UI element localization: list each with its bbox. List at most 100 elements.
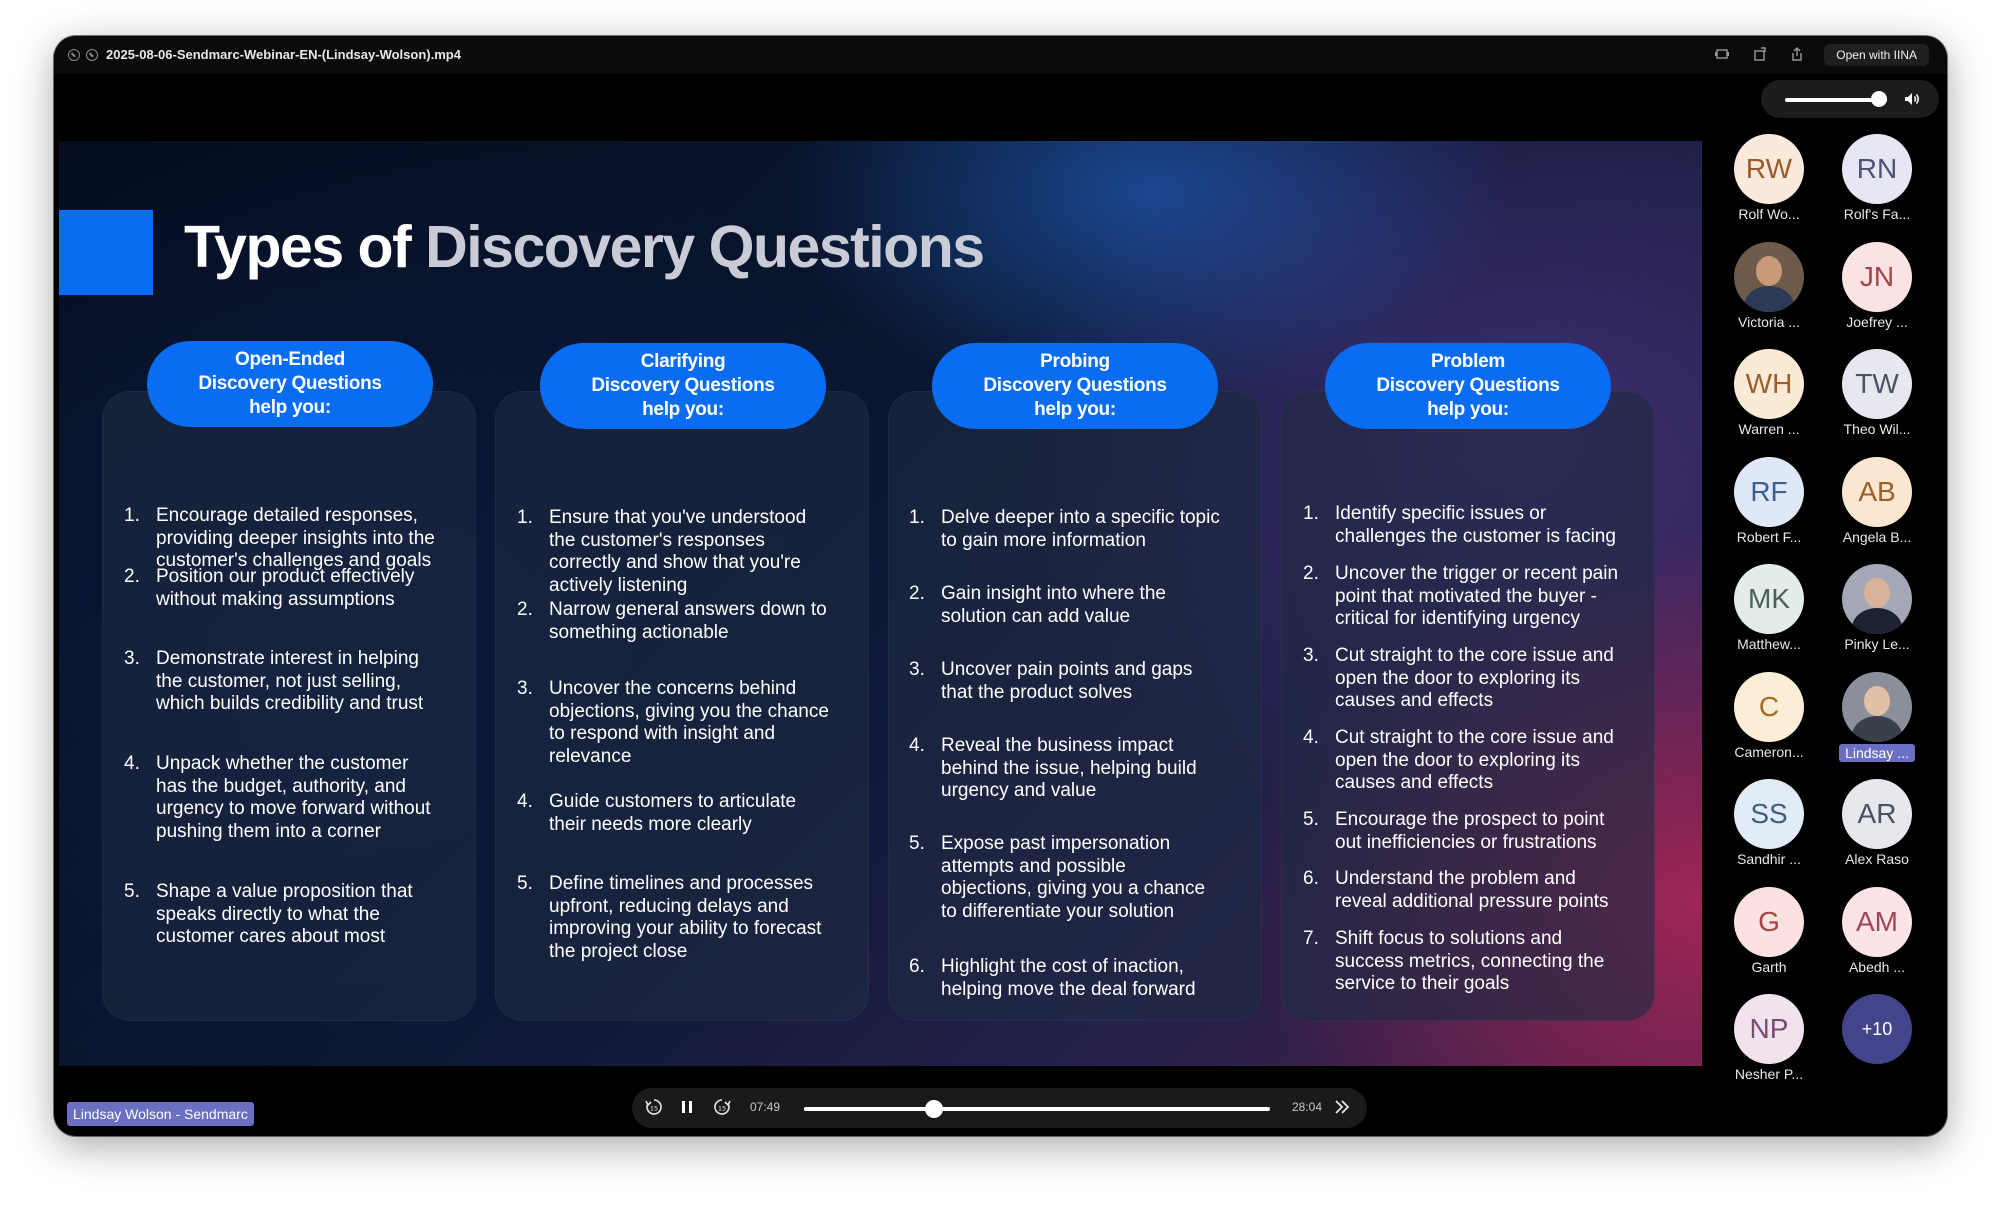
question-list: 1. Ensure that you've understood the custo… — [517, 507, 806, 597]
participant-tile[interactable]: RW Rolf Wo... — [1714, 134, 1824, 234]
list-item-number: 5. — [517, 873, 533, 894]
participant-tile[interactable]: G Garth — [1714, 886, 1824, 987]
seek-knob[interactable] — [925, 1100, 943, 1118]
participant-tile[interactable]: TW Theo Wil... — [1822, 349, 1932, 449]
avatar-photo — [1852, 608, 1902, 634]
list-item-text: causes and effects — [1335, 690, 1494, 711]
slide-title-part1: Types of — [184, 214, 426, 280]
minimize-button[interactable] — [86, 49, 98, 61]
avatar: AB — [1842, 456, 1912, 527]
participant-name: Sandhir ... — [1737, 851, 1801, 867]
participant-tile[interactable]: Victoria ... — [1714, 241, 1824, 342]
close-button[interactable] — [68, 49, 80, 61]
participant-name: Lindsay ... — [1839, 743, 1915, 762]
list-item-text: customer cares about most — [156, 926, 386, 947]
list-item-text: attempts and possible — [941, 855, 1126, 877]
column-heading-line: help you: — [249, 397, 331, 418]
share-icon[interactable] — [1789, 46, 1805, 62]
list-item-number: 4. — [1303, 727, 1319, 748]
pip-icon[interactable] — [1714, 46, 1730, 62]
list-item-text: Encourage detailed responses, — [156, 505, 418, 526]
avatar: SS — [1734, 779, 1804, 849]
participant-tile[interactable]: JN Joefrey ... — [1822, 241, 1932, 342]
player-window: 2025-08-06-Sendmarc-Webinar-EN-(Lindsay-… — [54, 36, 1947, 1136]
participant-tile[interactable]: Lindsay ... — [1822, 671, 1932, 772]
list-item-number: 1. — [1303, 503, 1319, 524]
question-list: 4. Unpack whether the customer has the bud… — [124, 753, 431, 843]
list-item: 1. Identify specific issues or challenges … — [1303, 503, 1616, 548]
question-list: 4. Reveal the business impact behind the i… — [909, 735, 1197, 803]
list-item-text: something actionable — [549, 621, 729, 643]
question-list: 6. Understand the problem and reveal addit… — [1303, 868, 1609, 913]
avatar — [1734, 241, 1804, 312]
list-item-text: service to their goals — [1335, 973, 1510, 994]
list-item-number: 1. — [124, 505, 140, 526]
playback-controls: 15 15 07:49 28:04 — [632, 1088, 1367, 1128]
participant-name: Rolf's Fa... — [1843, 206, 1911, 222]
svg-text:15: 15 — [650, 1105, 658, 1113]
rotate-icon[interactable] — [1752, 46, 1768, 62]
participant-tile[interactable]: AB Angela B... — [1822, 456, 1932, 557]
question-list: 2. Gain insight into where the solution ca… — [909, 583, 1166, 628]
avatar-initials: JN — [1859, 260, 1895, 292]
participant-name: Nesher P... — [1734, 1066, 1804, 1082]
list-item-text: Highlight the cost of inaction, — [941, 956, 1184, 977]
list-item-text: Define timelines and processes — [549, 873, 814, 894]
avatar-initials: +10 — [1861, 1018, 1893, 1039]
volume-knob[interactable] — [1870, 91, 1887, 107]
avatar-initials: NP — [1749, 1013, 1789, 1044]
more-participants-button[interactable]: +10 — [1822, 994, 1932, 1094]
list-item-text: Cut straight to the core issue and — [1335, 727, 1614, 748]
avatar-initials: AM — [1856, 905, 1898, 937]
volume-control[interactable] — [1761, 80, 1939, 118]
list-item: 5. Shape a value proposition that speaks d… — [124, 881, 413, 949]
participant-tile[interactable]: NP Nesher P... — [1714, 994, 1824, 1094]
participant-name: Angela B... — [1842, 528, 1912, 545]
window-title: 2025-08-06-Sendmarc-Webinar-EN-(Lindsay-… — [106, 47, 461, 62]
rewind-15-icon[interactable]: 15 — [644, 1097, 664, 1123]
avatar — [1842, 564, 1912, 634]
skip-forward-icon[interactable] — [1332, 1097, 1352, 1123]
list-item: 1. Delve deeper into a specific topic to g… — [909, 507, 1220, 552]
presentation-slide: Types of Discovery Questions Open-Ended D… — [59, 141, 1702, 1066]
list-item-number: 3. — [909, 659, 925, 680]
seek-bar[interactable] — [804, 1100, 1270, 1118]
list-item-number: 7. — [1303, 928, 1319, 949]
participant-tile[interactable]: AR Alex Raso — [1822, 779, 1932, 879]
column-heading: Probing Discovery Questions help you: — [932, 343, 1218, 429]
list-item-text: Position our product effectively — [156, 566, 415, 587]
participant-tile[interactable]: MK Matthew... — [1714, 564, 1824, 664]
forward-15-icon[interactable]: 15 — [712, 1097, 732, 1123]
question-list: 1. Encourage detailed responses, providing… — [124, 505, 435, 573]
avatar: AR — [1842, 779, 1912, 849]
open-with-iina-button[interactable]: Open with IINA — [1824, 44, 1929, 66]
participant-tile[interactable]: C Cameron... — [1714, 671, 1824, 772]
question-list: 5. Encourage the prospect to point out ine… — [1303, 809, 1604, 854]
list-item-text: urgency to move forward without — [156, 798, 431, 819]
list-item-text: Delve deeper into a specific topic — [941, 507, 1220, 528]
list-item-text: success metrics, connecting the — [1335, 950, 1605, 972]
column-heading-line: Discovery Questions — [198, 373, 382, 394]
pause-icon[interactable] — [677, 1097, 697, 1123]
list-item-text: without making assumptions — [156, 588, 395, 610]
list-item-text: relevance — [549, 745, 632, 767]
participant-tile[interactable]: AM Abedh ... — [1822, 886, 1932, 987]
current-time: 07:49 — [750, 1100, 781, 1114]
avatar: TW — [1842, 349, 1912, 419]
column-heading: Clarifying Discovery Questions help you: — [540, 343, 826, 429]
list-item-number: 6. — [1303, 868, 1319, 889]
avatar — [1842, 671, 1912, 742]
participant-name: Victoria ... — [1738, 313, 1800, 330]
participant-tile[interactable]: WH Warren ... — [1714, 349, 1824, 449]
participant-tile[interactable]: RF Robert F... — [1714, 456, 1824, 557]
avatar-photo — [1852, 715, 1902, 742]
participant-tile[interactable]: RN Rolf's Fa... — [1822, 134, 1932, 234]
speaker-icon[interactable] — [1903, 90, 1921, 112]
participant-tile[interactable]: SS Sandhir ... — [1714, 779, 1824, 879]
list-item-text: solution can add value — [941, 605, 1131, 627]
list-item-text: pushing them into a corner — [156, 820, 381, 842]
list-item-text: providing deeper insights into the — [156, 527, 435, 549]
list-item-text: Uncover the trigger or recent pain — [1335, 563, 1619, 584]
participant-tile[interactable]: Pinky Le... — [1822, 564, 1932, 664]
list-item-text: the project close — [549, 940, 688, 962]
